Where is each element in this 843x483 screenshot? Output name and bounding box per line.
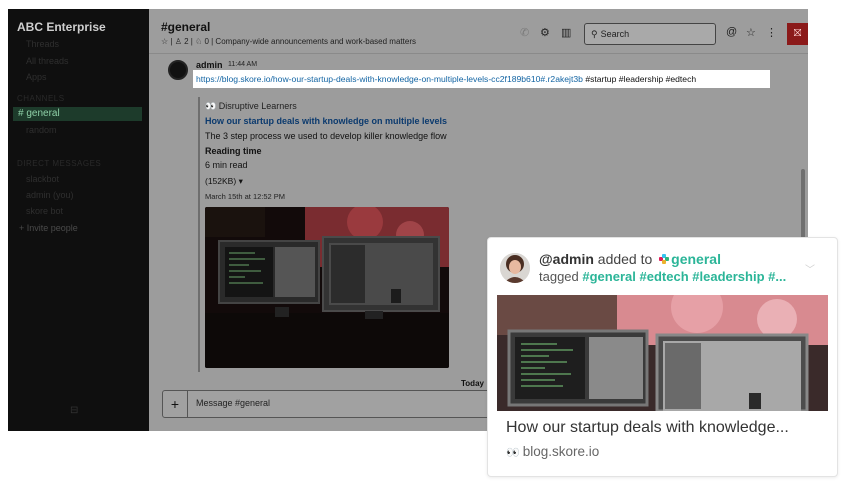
message-author[interactable]: admin bbox=[196, 60, 223, 70]
message-input[interactable]: Message #general bbox=[196, 398, 270, 408]
message-link[interactable]: https://blog.skore.io/how-our-startup-de… bbox=[196, 74, 583, 84]
sidebar-item-random[interactable]: random bbox=[26, 125, 57, 135]
search-icon: ⚲ bbox=[591, 29, 598, 39]
attachment-size[interactable]: (152KB) ▾ bbox=[205, 176, 243, 187]
more-icon[interactable]: ⋮ bbox=[766, 26, 777, 39]
details-panel-icon[interactable]: ▥ bbox=[561, 26, 571, 39]
reading-time-label: Reading time bbox=[205, 146, 262, 156]
eyes-icon: 👀 bbox=[205, 101, 217, 111]
channel-title[interactable]: #general bbox=[161, 20, 210, 34]
channel-meta: ☆ | ♙ 2 | ♘ 0 | Company-wide announcemen… bbox=[161, 37, 416, 46]
tagged-label: tagged bbox=[539, 269, 579, 284]
date-divider: Today bbox=[461, 379, 484, 388]
attachment-image[interactable] bbox=[205, 207, 449, 368]
tag-link[interactable]: #edtech bbox=[640, 269, 689, 284]
attachment-source: 👀 Disruptive Learners bbox=[205, 101, 297, 111]
channels-header[interactable]: CHANNELS bbox=[17, 94, 65, 103]
sidebar-item-all-threads[interactable]: All threads bbox=[26, 56, 69, 66]
sidebar: ABC Enterprise Threads All threads Apps … bbox=[8, 9, 149, 431]
plus-icon[interactable]: + bbox=[163, 391, 188, 417]
sidebar-item-apps[interactable]: Apps bbox=[26, 72, 47, 82]
sidebar-footer-icon[interactable]: ⊟ bbox=[70, 405, 78, 416]
attachment-date: March 15th at 12:52 PM bbox=[205, 192, 286, 201]
sidebar-item-general[interactable]: # general bbox=[13, 107, 142, 121]
phone-icon[interactable]: ✆ bbox=[520, 26, 529, 39]
dm-header[interactable]: DIRECT MESSAGES bbox=[17, 159, 101, 168]
avatar[interactable] bbox=[168, 60, 188, 80]
eyes-icon: 👀 bbox=[506, 447, 520, 459]
tag-link[interactable]: #... bbox=[768, 269, 786, 284]
card-user[interactable]: @admin bbox=[539, 251, 594, 267]
card-title[interactable]: How our startup deals with knowledge... bbox=[506, 419, 789, 437]
attachment-description: The 3 step process we used to develop ki… bbox=[205, 131, 447, 141]
tag-link[interactable]: #general bbox=[582, 269, 635, 284]
reading-time-value: 6 min read bbox=[205, 160, 248, 170]
search-input[interactable]: ⚲ Search bbox=[584, 23, 716, 45]
invite-people-link[interactable]: + Invite people bbox=[19, 223, 78, 233]
message-time[interactable]: 11:44 AM bbox=[228, 61, 257, 68]
gift-icon[interactable]: ⛝ bbox=[787, 23, 808, 45]
card-site[interactable]: 👀 blog.skore.io bbox=[506, 444, 599, 459]
sidebar-item-threads[interactable]: Threads bbox=[26, 39, 59, 49]
caret-down-icon: ▾ bbox=[238, 176, 243, 186]
card-header: @admin added to general bbox=[539, 251, 721, 267]
mentions-icon[interactable]: @ bbox=[726, 26, 737, 38]
attachment-title[interactable]: How our startup deals with knowledge on … bbox=[205, 116, 447, 126]
chevron-down-icon[interactable]: ﹀ bbox=[805, 261, 815, 276]
message-text: https://blog.skore.io/how-our-startup-de… bbox=[193, 70, 770, 88]
dm-item[interactable]: slackbot bbox=[26, 174, 59, 184]
avatar[interactable] bbox=[500, 253, 530, 283]
star-icon[interactable]: ☆ bbox=[746, 26, 756, 39]
card-channel[interactable]: general bbox=[671, 251, 721, 267]
gear-icon[interactable]: ⚙ bbox=[540, 26, 550, 39]
channel-header: #general ☆ | ♙ 2 | ♘ 0 | Company-wide an… bbox=[149, 9, 808, 54]
slack-icon bbox=[659, 254, 670, 264]
card-tags-line: tagged #general #edtech #leadership #... bbox=[539, 269, 786, 284]
notification-card[interactable]: @admin added to general tagged #general … bbox=[487, 237, 838, 477]
attachment-bar bbox=[198, 97, 200, 372]
message-hashtags: #startup #leadership #edtech bbox=[585, 74, 697, 84]
card-image[interactable] bbox=[497, 295, 828, 411]
tag-link[interactable]: #leadership bbox=[692, 269, 764, 284]
dm-item[interactable]: admin (you) bbox=[26, 190, 74, 200]
added-to-text: added to bbox=[597, 251, 653, 267]
workspace-name[interactable]: ABC Enterprise bbox=[17, 20, 106, 34]
dm-item[interactable]: skore bot bbox=[26, 206, 63, 216]
